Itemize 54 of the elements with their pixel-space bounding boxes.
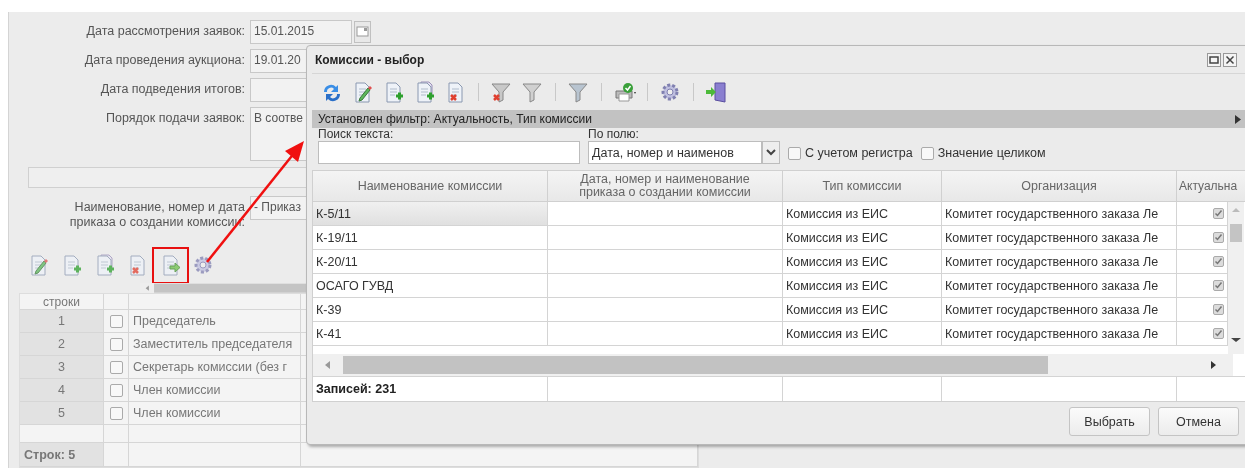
- horizontal-scrollbar[interactable]: [313, 354, 1233, 376]
- field-dropdown[interactable]: Дата, номер и наименов: [588, 141, 762, 164]
- table-cell[interactable]: К-5/11: [313, 202, 548, 225]
- caret-icon[interactable]: [762, 141, 780, 164]
- row-number: 5: [20, 402, 104, 424]
- date-field[interactable]: 15.01.2015: [250, 20, 352, 44]
- checkbox-label: С учетом регистра: [805, 146, 913, 160]
- record-count: Записей: 231: [313, 377, 548, 401]
- column-header: строки: [20, 294, 104, 309]
- field-label: Поиск текста:: [318, 128, 395, 140]
- checkbox[interactable]: [109, 337, 123, 351]
- column-header[interactable]: Организация: [942, 171, 1177, 201]
- field-label: Дата проведения аукциона:: [83, 52, 245, 68]
- vertical-scrollbar[interactable]: [1228, 202, 1244, 354]
- table-cell[interactable]: ОСАГО ГУВД: [313, 274, 548, 297]
- door-arrow-icon[interactable]: [705, 80, 728, 104]
- column-header[interactable]: Тип комиссии: [783, 171, 942, 201]
- field-label: По полю:: [588, 128, 640, 140]
- funnel-icon[interactable]: [521, 80, 544, 104]
- field-label: Порядок подачи заявок:: [105, 110, 245, 126]
- dialog-button[interactable]: Выбрать: [1069, 407, 1150, 436]
- row-number: 3: [20, 356, 104, 378]
- column-header[interactable]: Наименование комиссии: [313, 171, 548, 201]
- column-header[interactable]: Актуальна: [1177, 171, 1245, 201]
- dialog-button[interactable]: Отмена: [1158, 407, 1239, 436]
- close-icon[interactable]: [1223, 52, 1237, 67]
- dialog-title: Комиссии - выбор: [314, 52, 425, 67]
- printer-check-icon[interactable]: [613, 80, 636, 104]
- checkbox[interactable]: [109, 406, 123, 420]
- row-number: 4: [20, 379, 104, 401]
- checkbox-label: Значение целиком: [937, 146, 1046, 160]
- table-cell: Заместитель председателя: [129, 333, 301, 355]
- checkbox[interactable]: [109, 360, 123, 374]
- table-cell: Член комиссии: [129, 379, 301, 401]
- row-number: 2: [20, 333, 104, 355]
- funnel-cross-icon[interactable]: [490, 80, 513, 104]
- checkbox[interactable]: [920, 146, 934, 160]
- filter-status: Установлен фильтр: Актуальность, Тип комиссии: [318, 112, 592, 126]
- row-number: 1: [20, 310, 104, 332]
- calendar-icon[interactable]: [354, 21, 371, 43]
- table-cell: Председатель: [129, 310, 301, 332]
- checkbox[interactable]: [109, 383, 123, 397]
- row-count: Строк: 5: [20, 443, 104, 466]
- maximize-icon[interactable]: [1207, 52, 1221, 67]
- arrow-right-icon[interactable]: [1235, 114, 1241, 124]
- field-label: Дата подведения итогов:: [99, 81, 245, 97]
- funnel-icon[interactable]: [567, 80, 590, 104]
- column-header[interactable]: Дата, номер и наименование приказа о создании комиссии: [548, 171, 783, 201]
- table-cell: Секретарь комиссии (без г: [129, 356, 301, 378]
- field-label: Дата рассмотрения заявок:: [85, 23, 245, 39]
- checkbox[interactable]: [109, 314, 123, 328]
- checkbox[interactable]: [788, 146, 801, 160]
- table-cell: Член комиссии: [129, 402, 301, 424]
- search-field[interactable]: [318, 141, 580, 164]
